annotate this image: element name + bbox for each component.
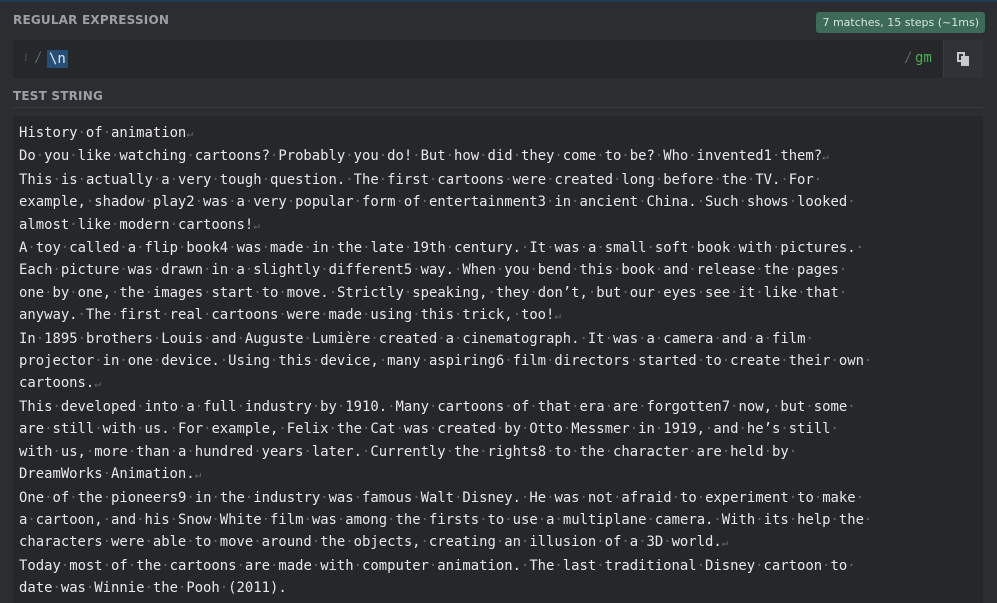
test-string-line: characters·were·able·to·move·around·the·… [19, 534, 729, 551]
regex-input[interactable]: \n [47, 50, 68, 68]
test-string-line: with·us,·more·than·a·hundred·years·later… [19, 443, 798, 460]
section-divider [13, 107, 983, 108]
test-string-line: projector·in·one·device.·Using·this·devi… [19, 353, 873, 370]
test-string-line: date·was·Winnie·the·Pooh·(2011). [19, 580, 287, 597]
drag-grip-icon[interactable]: ⁝ [24, 51, 28, 64]
test-string-line: DreamWorks·Animation.↵ [19, 466, 202, 483]
newline-marker: ↵ [186, 127, 193, 140]
regex-section-label: REGULAR EXPRESSION [13, 13, 170, 27]
newline-marker: ↵ [554, 309, 562, 323]
test-string-editor[interactable]: History·of·animation↵ Do·you·like·watchin… [13, 116, 983, 603]
newline-marker: ↵ [94, 377, 101, 391]
test-string-line: are·still·with·us.·For·example,·Felix·th… [19, 421, 839, 438]
test-string-line: A·toy·called·a·flip·book4·was·made·in·th… [19, 240, 865, 257]
regex-editor[interactable]: ⁝ / \n / gm [13, 40, 983, 78]
match-info-badge: 7 matches, 15 steps (~1ms) [816, 12, 985, 33]
regex-flags[interactable]: gm [915, 50, 932, 66]
test-string-line: Today·most·of·the·cartoons·are·made·with… [19, 557, 856, 574]
copy-regex-button[interactable] [943, 40, 983, 78]
test-string-line: Do·you·like·watching·cartoons?·Probably·… [19, 148, 829, 165]
test-string-line: Each·picture·was·drawn·in·a·slightly·dif… [19, 262, 848, 279]
test-string-line: cartoons.↵ [19, 375, 101, 392]
test-string-line: example,·shadow·play2·was·a·very·popular… [19, 194, 856, 211]
test-string-line: anyway.·The·first·real·cartoons·were·mad… [19, 307, 562, 324]
regex-delimiter-open: / [34, 50, 43, 66]
test-string-line: This·developed·into·a·full·industry·by·1… [19, 398, 856, 415]
test-string-line: a·cartoon,·and·his·Snow·White·film·was·a… [19, 511, 873, 528]
newline-marker: ↵ [721, 536, 729, 550]
top-accent-line [0, 0, 997, 2]
newline-marker: ↵ [253, 218, 260, 232]
test-string-line: This·is·actually·a·very·tough·question.·… [19, 171, 823, 188]
newline-marker: ↵ [194, 468, 202, 482]
test-string-section-label: TEST STRING [13, 89, 104, 103]
newline-marker: ↵ [822, 150, 829, 164]
regex-delimiter-close: / [904, 50, 913, 66]
test-string-line: History·of·animation↵ [19, 125, 193, 141]
test-string-line: One·of·the·pioneers9·in·the·industry·was… [19, 489, 865, 506]
test-string-line: In·1895·brothers·Louis·and·Auguste·Lumiè… [19, 330, 814, 347]
test-string-line: almost·like·modern·cartoons!↵ [19, 216, 260, 233]
test-string-line: one·by·one,·the·images·start·to·move.·St… [19, 284, 848, 301]
